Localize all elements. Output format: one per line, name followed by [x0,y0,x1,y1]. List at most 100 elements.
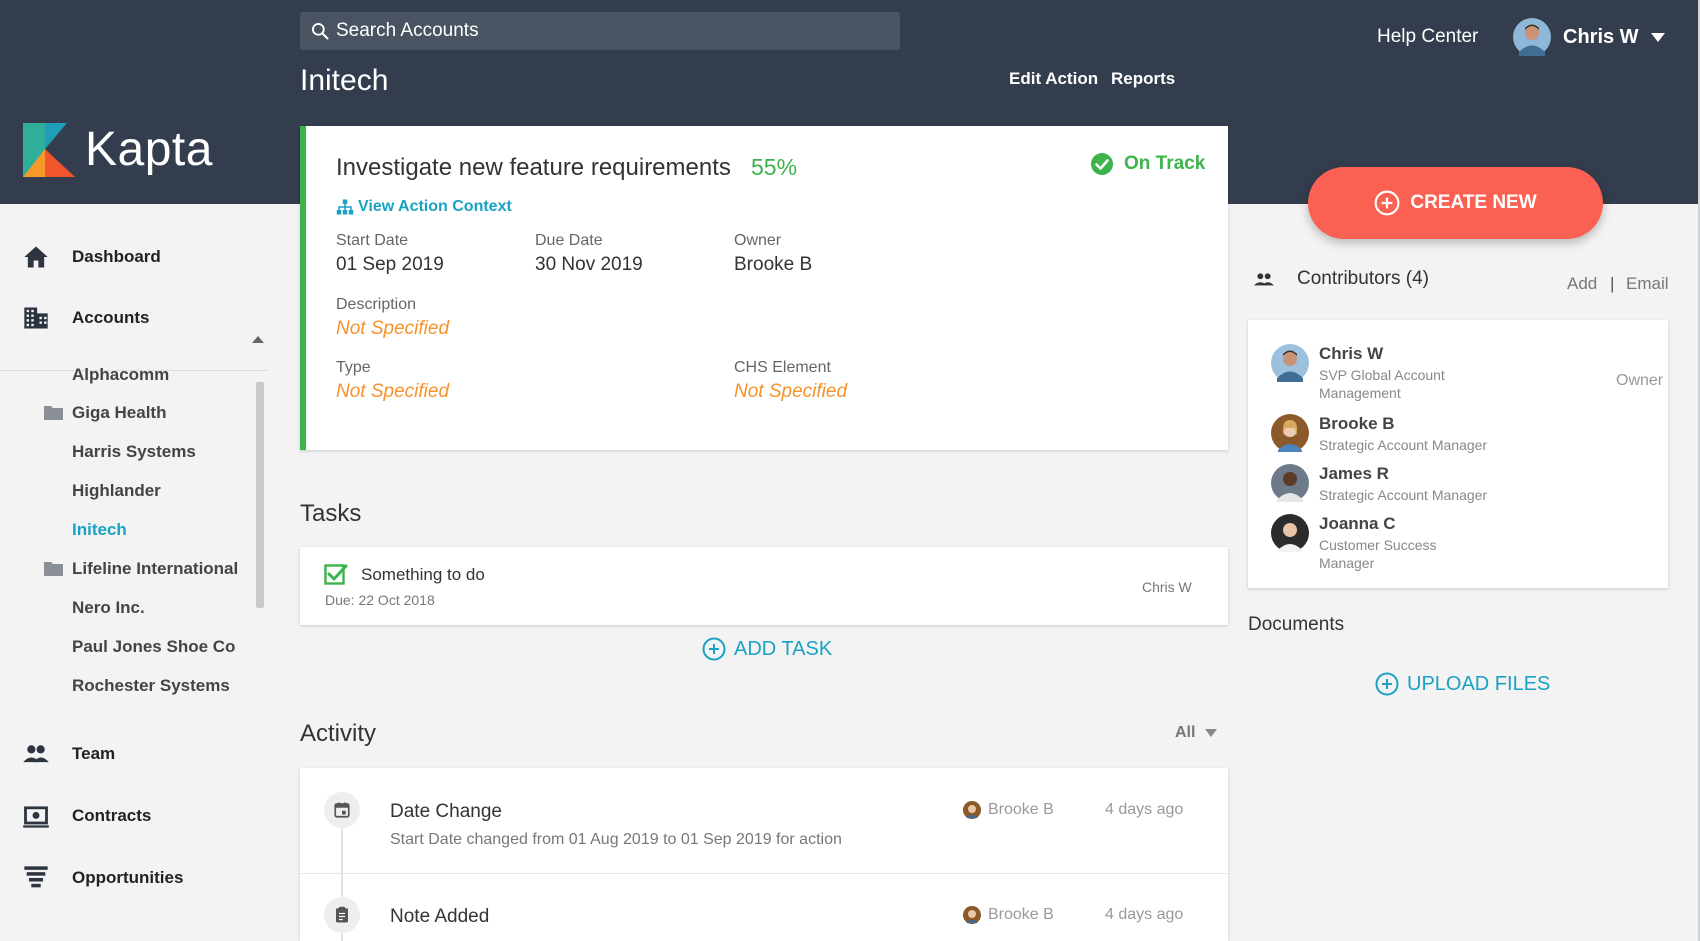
plus-circle-icon [1374,190,1400,216]
avatar [1271,414,1309,452]
avatar [1271,344,1309,382]
accounts-scrollbar[interactable] [256,382,264,608]
avatar [1271,514,1309,552]
kapta-logo[interactable]: Kapta [23,123,213,177]
contributor-name: Brooke B [1319,414,1395,433]
sidebar-item-label: Opportunities [72,868,184,887]
people-icon [1253,273,1275,286]
account-item-alphacomm[interactable]: Alphacomm [72,365,169,385]
task-owner: Chris W [1142,579,1192,595]
activity-user-name: Brooke B [988,906,1054,923]
activity-list: Date Change Start Date changed from 01 A… [300,768,1228,941]
activity-user-name: Brooke B [988,801,1054,818]
calendar-icon [334,802,350,818]
create-new-button[interactable]: CREATE NEW [1308,167,1603,239]
building-icon [24,307,48,329]
account-item-lifeline-international[interactable]: Lifeline International [72,559,238,579]
add-contributor-link[interactable]: Add [1567,274,1597,294]
email-contributors-link[interactable]: Email [1626,274,1669,294]
contract-icon [23,806,49,828]
account-item-harris-systems[interactable]: Harris Systems [72,442,196,462]
account-item-paul-jones-shoe-co[interactable]: Paul Jones Shoe Co [72,637,235,657]
upload-files-label: UPLOAD FILES [1407,672,1551,695]
avatar [1271,464,1309,502]
due-date-value: 30 Nov 2019 [535,254,643,275]
link-separator: | [1610,274,1615,293]
task-row[interactable]: Something to do Due: 22 Oct 2018 Chris W [300,547,1228,625]
view-action-context-link[interactable]: View Action Context [336,198,512,216]
start-date-label: Start Date [336,232,409,249]
sidebar-item-accounts[interactable]: Accounts [22,304,149,332]
search-bar[interactable] [300,12,900,50]
account-item-giga-health[interactable]: Giga Health [72,403,166,423]
account-item-initech[interactable]: Initech [72,520,127,540]
owner-value: Brooke B [734,254,813,275]
activity-heading: Activity [300,720,377,747]
action-title: Investigate new feature requirements [336,154,731,181]
tasks-heading: Tasks [300,500,362,527]
contributor-name: Chris W [1319,344,1384,363]
user-menu[interactable]: Chris W [1513,18,1665,56]
action-progress: 55% [751,154,798,180]
task-name: Something to do [361,565,485,584]
type-label: Type [336,359,371,376]
plus-circle-icon [1375,672,1399,696]
contributors-card: Chris W SVP Global Account Management Ow… [1248,320,1668,588]
activity-title: Note Added [390,906,490,927]
folder-icon [44,562,63,576]
activity-user: Brooke B [963,801,1054,819]
activity-filter-value: All [1175,724,1196,741]
description-label: Description [336,296,417,313]
sidebar-item-dashboard[interactable]: Dashboard [22,243,161,271]
add-task-button[interactable]: ADD TASK [702,637,832,661]
activity-user: Brooke B [963,906,1054,924]
checkbox-checked-icon[interactable] [324,563,348,585]
chs-element-value: Not Specified [734,381,848,402]
description-value: Not Specified [336,318,450,339]
account-item-rochester-systems[interactable]: Rochester Systems [72,676,230,696]
activity-time: 4 days ago [1105,801,1184,818]
clipboard-icon [336,906,348,923]
page-title: Initech [300,64,389,97]
context-link-label: View Action Context [358,198,512,215]
chs-element-label: CHS Element [734,359,831,376]
activity-icon [324,792,360,828]
contributor-role: Customer Success Manager [1319,537,1437,571]
plus-circle-icon [702,637,726,661]
contributor-role: Strategic Account Manager [1319,487,1488,503]
contributor-role: Strategic Account Manager [1319,437,1488,453]
edit-action-link[interactable]: Edit Action [1009,69,1098,89]
owner-label: Owner [734,232,782,249]
activity-time: 4 days ago [1105,906,1184,923]
folder-icon [44,406,63,420]
sidebar-item-team[interactable]: Team [22,740,115,768]
avatar [963,801,981,819]
people-icon [23,745,49,763]
owner-tag: Owner [1616,372,1664,389]
sidebar-item-label: Dashboard [72,247,161,266]
chevron-up-icon[interactable] [252,336,264,343]
hierarchy-icon [336,199,354,215]
account-item-nero-inc[interactable]: Nero Inc. [72,598,145,618]
home-icon [24,246,48,268]
reports-link[interactable]: Reports [1111,69,1175,89]
activity-filter-dropdown[interactable]: All [1175,724,1218,742]
start-date-value: 01 Sep 2019 [336,254,444,275]
action-card: Investigate new feature requirements 55%… [300,126,1228,450]
sidebar-item-opportunities[interactable]: Opportunities [22,864,183,892]
sidebar-item-label: Team [72,744,116,763]
check-circle-icon [1091,153,1113,175]
add-task-label: ADD TASK [734,637,833,660]
create-new-label: CREATE NEW [1410,192,1537,213]
account-item-highlander[interactable]: Highlander [72,481,161,501]
search-input[interactable] [336,20,876,42]
sidebar-item-contracts[interactable]: Contracts [22,802,151,830]
kapta-logo-icon [23,123,75,177]
search-icon [312,23,329,40]
activity-title: Date Change [390,801,502,822]
activity-icon [324,897,360,933]
help-center-link[interactable]: Help Center [1377,26,1478,48]
contributor-name: James R [1319,464,1389,483]
documents-heading: Documents [1248,614,1345,635]
upload-files-button[interactable]: UPLOAD FILES [1375,672,1550,696]
